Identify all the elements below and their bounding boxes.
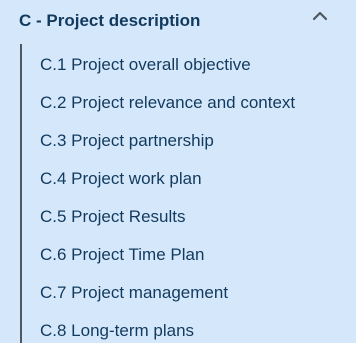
section-item-label: C.4 Project work plan — [40, 169, 202, 188]
section-item-c6[interactable]: C.6 Project Time Plan — [0, 234, 356, 272]
chevron-up-icon[interactable] — [312, 9, 328, 23]
section-header[interactable]: C - Project description — [0, 0, 356, 42]
section-item-c4[interactable]: C.4 Project work plan — [0, 158, 356, 196]
section-item-label: C.7 Project management — [40, 283, 229, 302]
section-item-label: C.5 Project Results — [40, 207, 186, 226]
section-item-c7[interactable]: C.7 Project management — [0, 272, 356, 310]
section-item-c1[interactable]: C.1 Project overall objective — [0, 44, 356, 82]
section-item-c2[interactable]: C.2 Project relevance and context — [0, 82, 356, 120]
section-item-c3[interactable]: C.3 Project partnership — [0, 120, 356, 158]
section-item-c5[interactable]: C.5 Project Results — [0, 196, 356, 234]
section-item-label: C.1 Project overall objective — [40, 55, 251, 74]
project-description-panel: C - Project description C.1 Project over… — [0, 0, 356, 343]
section-title: C - Project description — [19, 11, 201, 30]
section-item-c8[interactable]: C.8 Long-term plans — [0, 310, 356, 343]
section-item-label: C.2 Project relevance and context — [40, 93, 296, 112]
section-item-label: C.3 Project partnership — [40, 131, 214, 150]
section-item-label: C.8 Long-term plans — [40, 321, 195, 340]
section-item-label: C.6 Project Time Plan — [40, 245, 205, 264]
